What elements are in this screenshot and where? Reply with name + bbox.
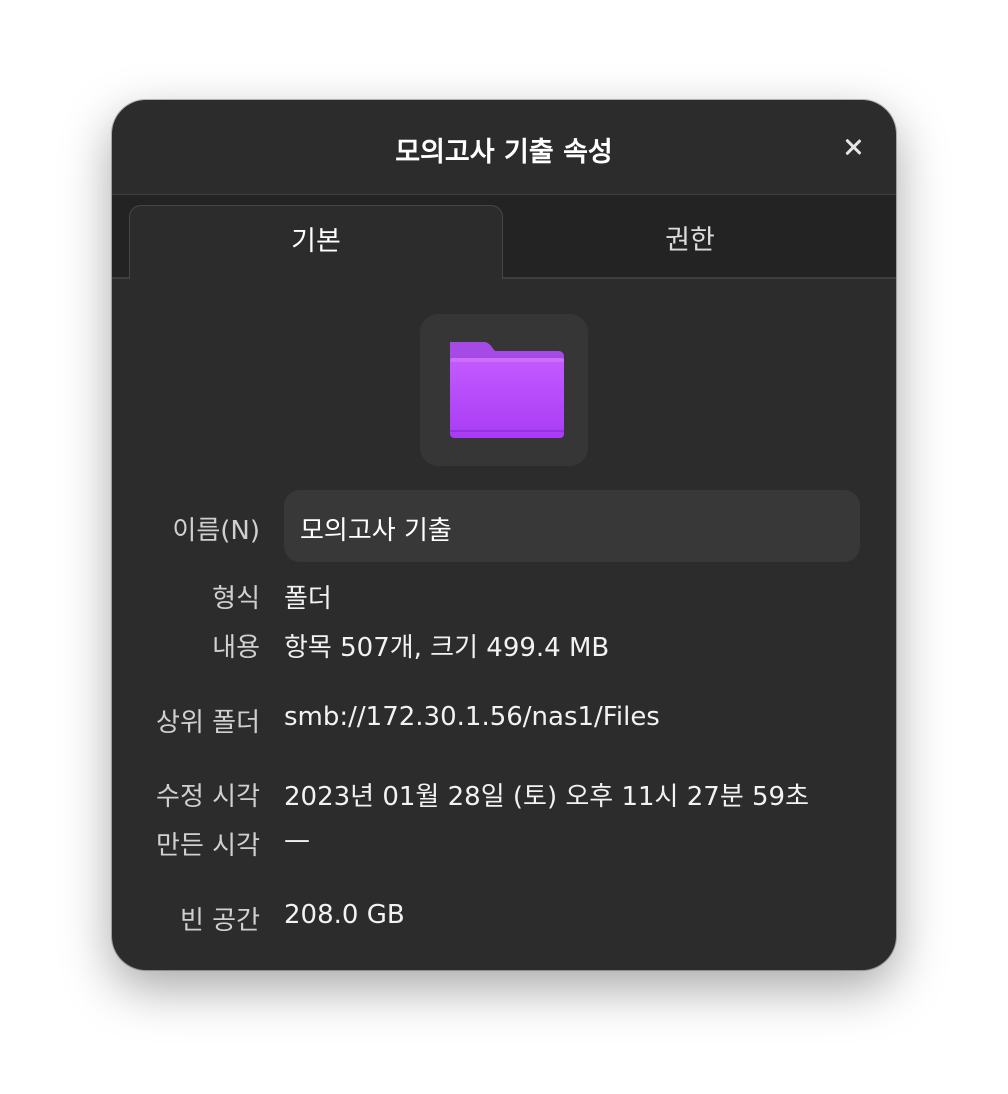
close-icon[interactable] — [840, 134, 866, 160]
properties-dialog: 모의고사 기출 속성 기본 권한 이름(N) 모의고사 기출 형식 폴더 내용 … — [112, 100, 896, 970]
tab-basic[interactable]: 기본 — [129, 205, 503, 279]
contents-value: 항목 507개, 크기 499.4 MB — [284, 633, 610, 663]
folder-icon-frame[interactable] — [420, 314, 588, 466]
free-space-value: 208.0 GB — [284, 900, 405, 930]
dialog-title: 모의고사 기출 속성 — [395, 137, 613, 168]
name-input-text: 모의고사 기출 — [300, 516, 452, 546]
free-space-label: 빈 공간 — [179, 906, 260, 936]
parent-folder-label: 상위 폴더 — [156, 708, 260, 738]
created-time-label: 만든 시각 — [156, 831, 260, 861]
parent-folder-value[interactable]: smb://172.30.1.56/nas1/Files — [284, 702, 660, 732]
tab-bar: 기본 권한 — [112, 195, 896, 279]
name-label: 이름(N) — [172, 516, 260, 546]
folder-icon — [450, 342, 564, 438]
tab-permissions[interactable]: 권한 — [504, 205, 876, 277]
contents-label: 내용 — [212, 633, 260, 663]
created-time-value: — — [284, 825, 310, 855]
modified-time-label: 수정 시각 — [156, 782, 260, 812]
type-label: 형식 — [212, 584, 260, 614]
type-value: 폴더 — [284, 584, 332, 614]
titlebar: 모의고사 기출 속성 — [112, 100, 896, 195]
name-input[interactable]: 모의고사 기출 — [284, 490, 860, 562]
modified-time-value: 2023년 01월 28일 (토) 오후 11시 27분 59초 — [284, 782, 810, 812]
